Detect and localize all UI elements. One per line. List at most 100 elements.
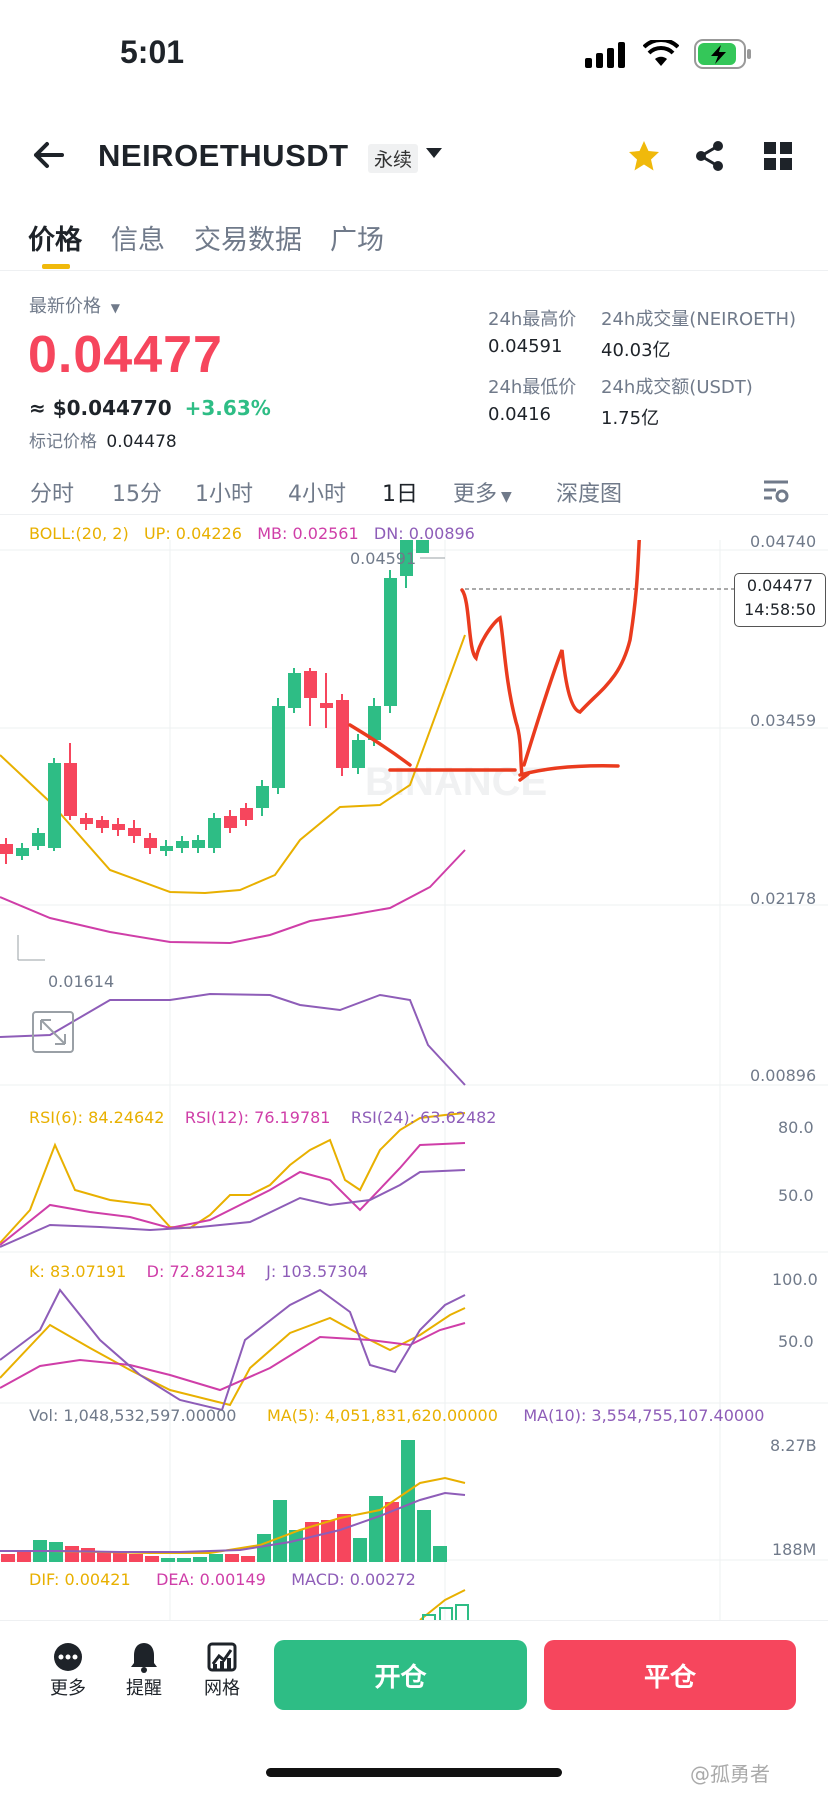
divider xyxy=(0,270,828,271)
chart-settings-icon[interactable] xyxy=(762,478,790,504)
volume-bar xyxy=(1,1554,15,1562)
candle-body xyxy=(416,540,429,553)
tab-trading-data[interactable]: 交易数据 xyxy=(194,218,302,257)
volume-bar xyxy=(417,1510,431,1562)
volume-bar xyxy=(257,1534,271,1562)
mark-price-row: 标记价格 0.04478 xyxy=(29,432,177,452)
candle-body xyxy=(16,848,29,856)
chevron-down-icon[interactable] xyxy=(426,148,442,160)
grid-icon[interactable] xyxy=(764,142,792,170)
open-position-button[interactable]: 开仓 xyxy=(274,1640,527,1710)
interval-timeshare[interactable]: 分时 xyxy=(30,476,74,508)
active-tab-indicator xyxy=(42,264,70,269)
rsi-axis-label: 80.0 xyxy=(778,1118,814,1137)
signal-icon xyxy=(585,42,625,68)
low-label: 24h最低价 xyxy=(488,377,577,398)
last-price: 0.04477 xyxy=(28,326,223,384)
candle-body xyxy=(368,706,381,740)
more-button[interactable]: 更多 xyxy=(38,1640,98,1700)
clock: 5:01 xyxy=(120,34,185,70)
candles xyxy=(0,540,429,864)
candle-body xyxy=(160,846,173,851)
high-label: 24h最高价 xyxy=(488,309,577,330)
back-arrow-icon[interactable] xyxy=(32,140,66,170)
rsi-legend: RSI(6): 84.24642 RSI(12): 76.19781 RSI(2… xyxy=(29,1108,497,1127)
grid-trading-button[interactable]: 网格 xyxy=(192,1640,252,1700)
volume-bar xyxy=(161,1558,175,1562)
tab-price[interactable]: 价格 xyxy=(28,218,82,257)
candle-body xyxy=(96,820,109,828)
candle-body xyxy=(80,818,93,824)
volume-bar xyxy=(241,1556,255,1562)
expand-icon[interactable] xyxy=(32,1011,74,1053)
volume-bar xyxy=(321,1520,335,1562)
volume-bar xyxy=(193,1557,207,1562)
volume-bar xyxy=(145,1556,159,1562)
candle-body xyxy=(304,671,317,698)
volume-bar xyxy=(129,1554,143,1562)
interval-4h[interactable]: 4小时 xyxy=(288,476,346,508)
divider xyxy=(0,514,828,515)
candle-body xyxy=(144,838,157,848)
interval-more[interactable]: 更多 ▼ xyxy=(453,476,512,508)
latest-price-label[interactable]: 最新价格 ▼ xyxy=(29,292,120,318)
alert-button[interactable]: 提醒 xyxy=(114,1640,174,1700)
contract-type-badge: 永续 xyxy=(368,144,419,173)
candle-body xyxy=(320,703,333,708)
symbol-title[interactable]: NEIROETHUSDT xyxy=(98,138,349,174)
volume-bar xyxy=(273,1500,287,1562)
usd-equivalent: ≈ $0.044770 +3.63% xyxy=(29,396,271,420)
interval-1d[interactable]: 1日 xyxy=(382,476,418,508)
y-axis-label: 0.00896 xyxy=(750,1066,817,1085)
more-dots-icon xyxy=(38,1640,98,1674)
volume-bar xyxy=(209,1554,223,1562)
mark-price: 0.04478 xyxy=(106,432,177,452)
volume-axis-label: 188M xyxy=(772,1540,817,1559)
low-value: 0.0416 xyxy=(488,404,551,425)
candle-body xyxy=(336,700,349,768)
candle-body xyxy=(240,808,253,820)
volume-bar xyxy=(97,1552,111,1562)
volume-value: 40.03亿 xyxy=(601,340,671,361)
caret-down-icon: ▼ xyxy=(501,489,512,505)
volume-bar xyxy=(113,1552,127,1562)
kline-chart[interactable]: BINANCE 0.04591 0.01614 xyxy=(0,540,828,1620)
high-marker: 0.04591 xyxy=(350,549,416,568)
tab-square[interactable]: 广场 xyxy=(330,218,384,257)
volume-axis-label: 8.27B xyxy=(770,1436,817,1455)
candle-body xyxy=(32,833,45,846)
home-indicator xyxy=(266,1768,562,1777)
volume-bar xyxy=(337,1514,351,1562)
rsi-axis-label: 50.0 xyxy=(778,1186,814,1205)
candle-body xyxy=(48,763,61,848)
volume-bar xyxy=(81,1548,95,1562)
y-axis-label: 0.02178 xyxy=(750,889,817,908)
caret-down-icon: ▼ xyxy=(110,301,120,315)
candle-body xyxy=(176,841,189,848)
amount-label: 24h成交额(USDT) xyxy=(601,377,753,398)
wifi-icon xyxy=(643,40,679,66)
close-position-button[interactable]: 平仓 xyxy=(544,1640,796,1710)
volume-bar xyxy=(369,1496,383,1562)
kdj-legend: K: 83.07191 D: 72.82134 J: 103.57304 xyxy=(29,1262,368,1281)
interval-depth[interactable]: 深度图 xyxy=(556,476,622,508)
candle-body xyxy=(256,786,269,808)
volume-bars xyxy=(1,1440,447,1562)
kdj-axis-label: 100.0 xyxy=(772,1270,818,1289)
divider xyxy=(0,1620,828,1621)
interval-15m[interactable]: 15分 xyxy=(112,476,162,508)
grid-chart-icon xyxy=(192,1640,252,1674)
candle-body xyxy=(128,828,141,836)
tab-info[interactable]: 信息 xyxy=(111,218,165,257)
star-icon[interactable] xyxy=(628,140,660,172)
interval-1h[interactable]: 1小时 xyxy=(195,476,253,508)
candle-body xyxy=(224,816,237,828)
volume-bar xyxy=(225,1554,239,1562)
macd-legend: DIF: 0.00421 DEA: 0.00149 MACD: 0.00272 xyxy=(29,1570,416,1589)
volume-bar xyxy=(401,1440,415,1562)
candle-body xyxy=(64,763,77,816)
share-icon[interactable] xyxy=(694,140,726,172)
kdj-axis-label: 50.0 xyxy=(778,1332,814,1351)
y-axis-label: 0.04740 xyxy=(750,532,817,551)
volume-bar xyxy=(433,1546,447,1562)
